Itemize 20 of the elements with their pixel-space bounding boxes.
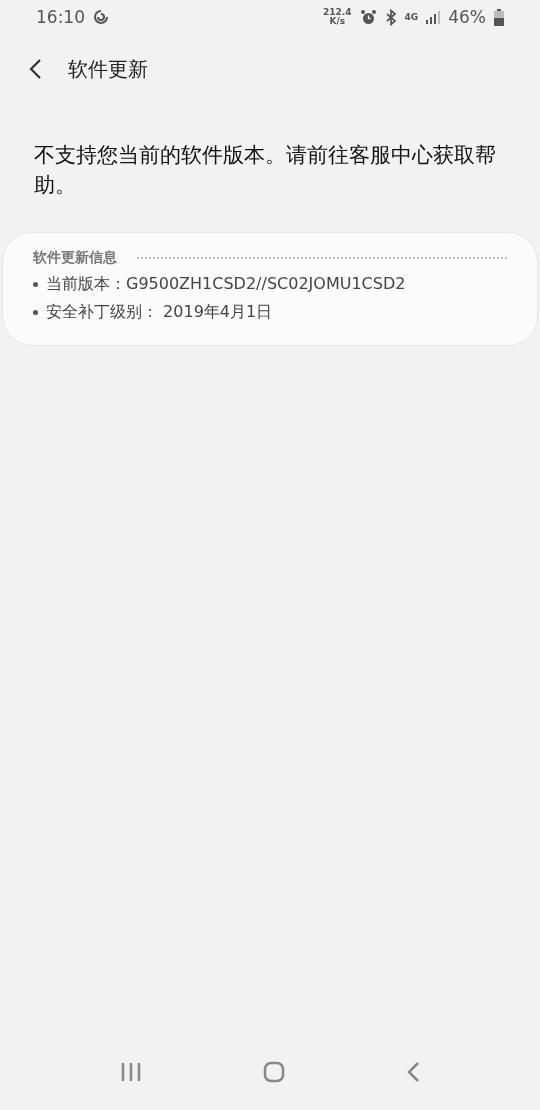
alarm-icon — [359, 8, 377, 26]
back-icon — [28, 58, 42, 80]
network-type: 4G — [404, 12, 419, 22]
info-item: 安全补丁级别： 2019年4月1日 — [46, 302, 273, 323]
info-item: 当前版本：G9500ZH1CSD2//SC02JOMU1CSD2 — [46, 274, 406, 295]
status-time: 16:10 — [36, 7, 85, 27]
network-speed: 212.4 K/s — [323, 8, 352, 26]
battery-icon — [494, 8, 504, 26]
bullet-icon — [33, 282, 38, 287]
home-icon — [263, 1061, 285, 1083]
sync-icon — [93, 9, 109, 25]
unsupported-message: 不支持您当前的软件版本。请前往客服中心获取帮助。 — [34, 142, 497, 199]
card-title: 软件更新信息 — [33, 249, 117, 267]
battery-percentage: 46% — [448, 7, 486, 27]
recents-icon — [120, 1062, 143, 1082]
signal-icon — [426, 10, 441, 24]
page-title: 软件更新 — [68, 55, 148, 83]
bullet-icon — [33, 310, 38, 315]
bluetooth-icon — [384, 8, 397, 26]
back-icon — [405, 1061, 420, 1083]
